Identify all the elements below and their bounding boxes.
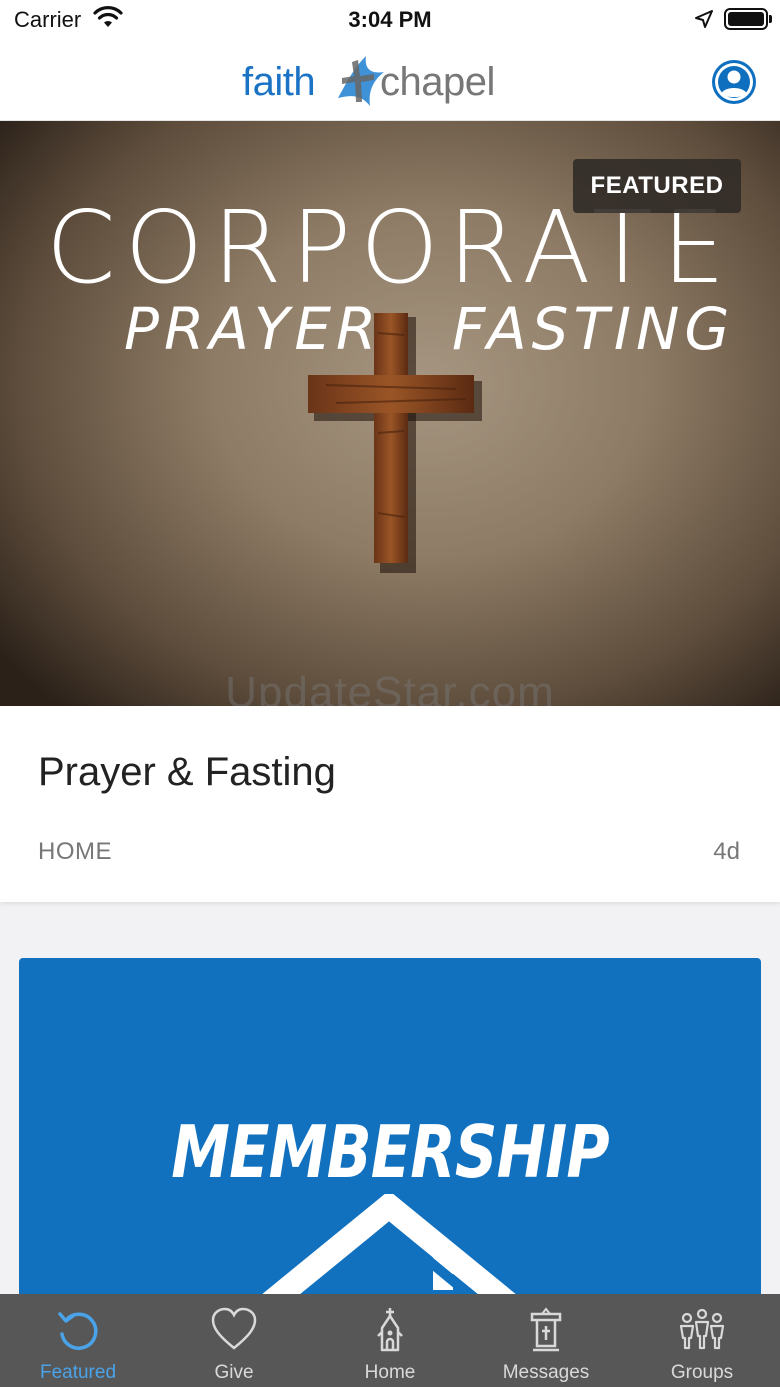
tab-label: Give	[214, 1362, 254, 1383]
status-bar: Carrier 3:04 PM	[0, 0, 780, 40]
bottom-tab-bar: Featured Give Home Messages Groups	[0, 1294, 780, 1387]
profile-button[interactable]	[712, 60, 756, 104]
membership-card[interactable]: MEMBERSHIP	[19, 958, 761, 1298]
tab-label: Featured	[39, 1362, 117, 1383]
card-age: 4d	[713, 838, 740, 865]
tab-give[interactable]: Give	[156, 1294, 312, 1387]
wooden-cross-icon	[308, 313, 482, 573]
tab-groups[interactable]: Groups	[624, 1294, 780, 1387]
battery-icon	[724, 8, 768, 30]
church-icon	[377, 1308, 403, 1352]
featured-badge: FEATURED	[573, 159, 741, 213]
logo-faith-text: faith	[242, 60, 316, 104]
featured-card-info[interactable]: Prayer & Fasting HOME 4d	[0, 706, 780, 902]
membership-image-text: MEMBERSHIP	[171, 1110, 609, 1194]
tab-featured[interactable]: Featured	[0, 1294, 156, 1387]
people-icon	[679, 1308, 725, 1350]
tab-label: Messages	[502, 1362, 590, 1383]
card-title: Prayer & Fasting	[38, 750, 336, 794]
image-subtitle-right: FASTING	[452, 295, 735, 363]
house-icon	[261, 1194, 517, 1298]
logo-chapel-text: chapel	[380, 60, 495, 104]
app-header: faith chapel	[0, 40, 780, 121]
card-category: HOME	[38, 838, 112, 865]
location-arrow-icon	[695, 10, 713, 28]
heart-icon	[211, 1307, 257, 1350]
logo-splash-cross-icon	[338, 56, 384, 106]
tab-messages[interactable]: Messages	[468, 1294, 624, 1387]
clock: 3:04 PM	[348, 7, 432, 32]
user-circle-icon	[715, 63, 753, 101]
refresh-icon	[58, 1312, 98, 1350]
tab-home[interactable]: Home	[312, 1294, 468, 1387]
tab-label: Home	[364, 1362, 416, 1383]
tab-label: Groups	[670, 1362, 734, 1383]
pulpit-icon	[530, 1307, 562, 1352]
featured-card-image[interactable]: CORPORATE PRAYER FASTING FEATURED	[0, 121, 780, 706]
faith-chapel-logo[interactable]: faith chapel	[240, 50, 540, 110]
